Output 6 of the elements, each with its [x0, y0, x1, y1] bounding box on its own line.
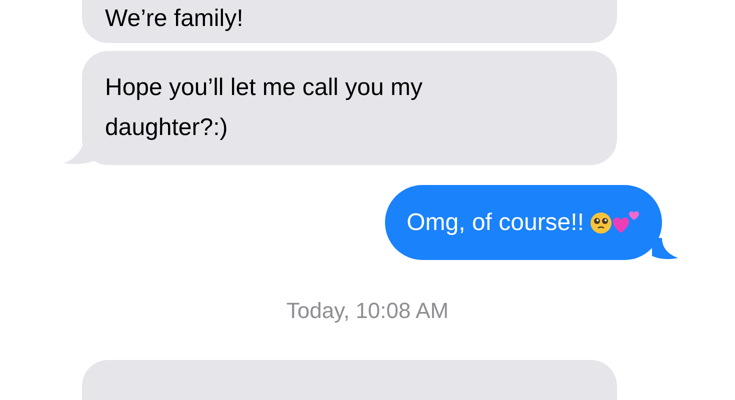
timestamp: Today, 10:08 AM — [286, 297, 449, 325]
message-bubble: We’re family! — [82, 0, 617, 43]
pleading-face-icon — [590, 212, 612, 234]
message-bubble: Hope you’ll let me call you my daughter?:) — [82, 51, 617, 165]
message-text: Omg, of course!! — [406, 208, 584, 238]
hearts-icon — [612, 210, 640, 236]
